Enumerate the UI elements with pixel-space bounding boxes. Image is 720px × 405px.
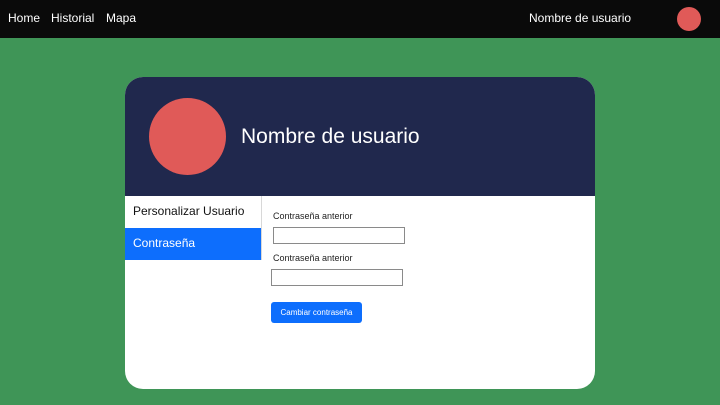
nav-link-home[interactable]: Home <box>8 11 40 25</box>
profile-header: Nombre de usuario <box>125 77 595 196</box>
nav-username[interactable]: Nombre de usuario <box>529 11 631 25</box>
side-menu-item-personalizar-usuario[interactable]: Personalizar Usuario <box>125 196 261 228</box>
nav-link-historial[interactable]: Historial <box>51 11 94 25</box>
side-menu-item-contrasena[interactable]: Contraseña <box>125 228 261 260</box>
side-menu-divider <box>261 196 262 260</box>
old-password-input[interactable] <box>273 227 405 244</box>
old-password-label: Contraseña anterior <box>273 211 353 221</box>
profile-card: Nombre de usuario Personalizar Usuario C… <box>125 77 595 389</box>
nav-avatar[interactable] <box>677 7 701 31</box>
change-password-button[interactable]: Cambiar contraseña <box>271 302 362 323</box>
profile-avatar <box>149 98 226 175</box>
second-password-input[interactable] <box>271 269 403 286</box>
second-password-label: Contraseña anterior <box>273 253 353 263</box>
profile-name: Nombre de usuario <box>241 125 420 148</box>
nav-link-mapa[interactable]: Mapa <box>106 11 136 25</box>
side-menu: Personalizar Usuario Contraseña <box>125 196 261 389</box>
top-navbar: Home Historial Mapa Nombre de usuario <box>0 0 720 38</box>
